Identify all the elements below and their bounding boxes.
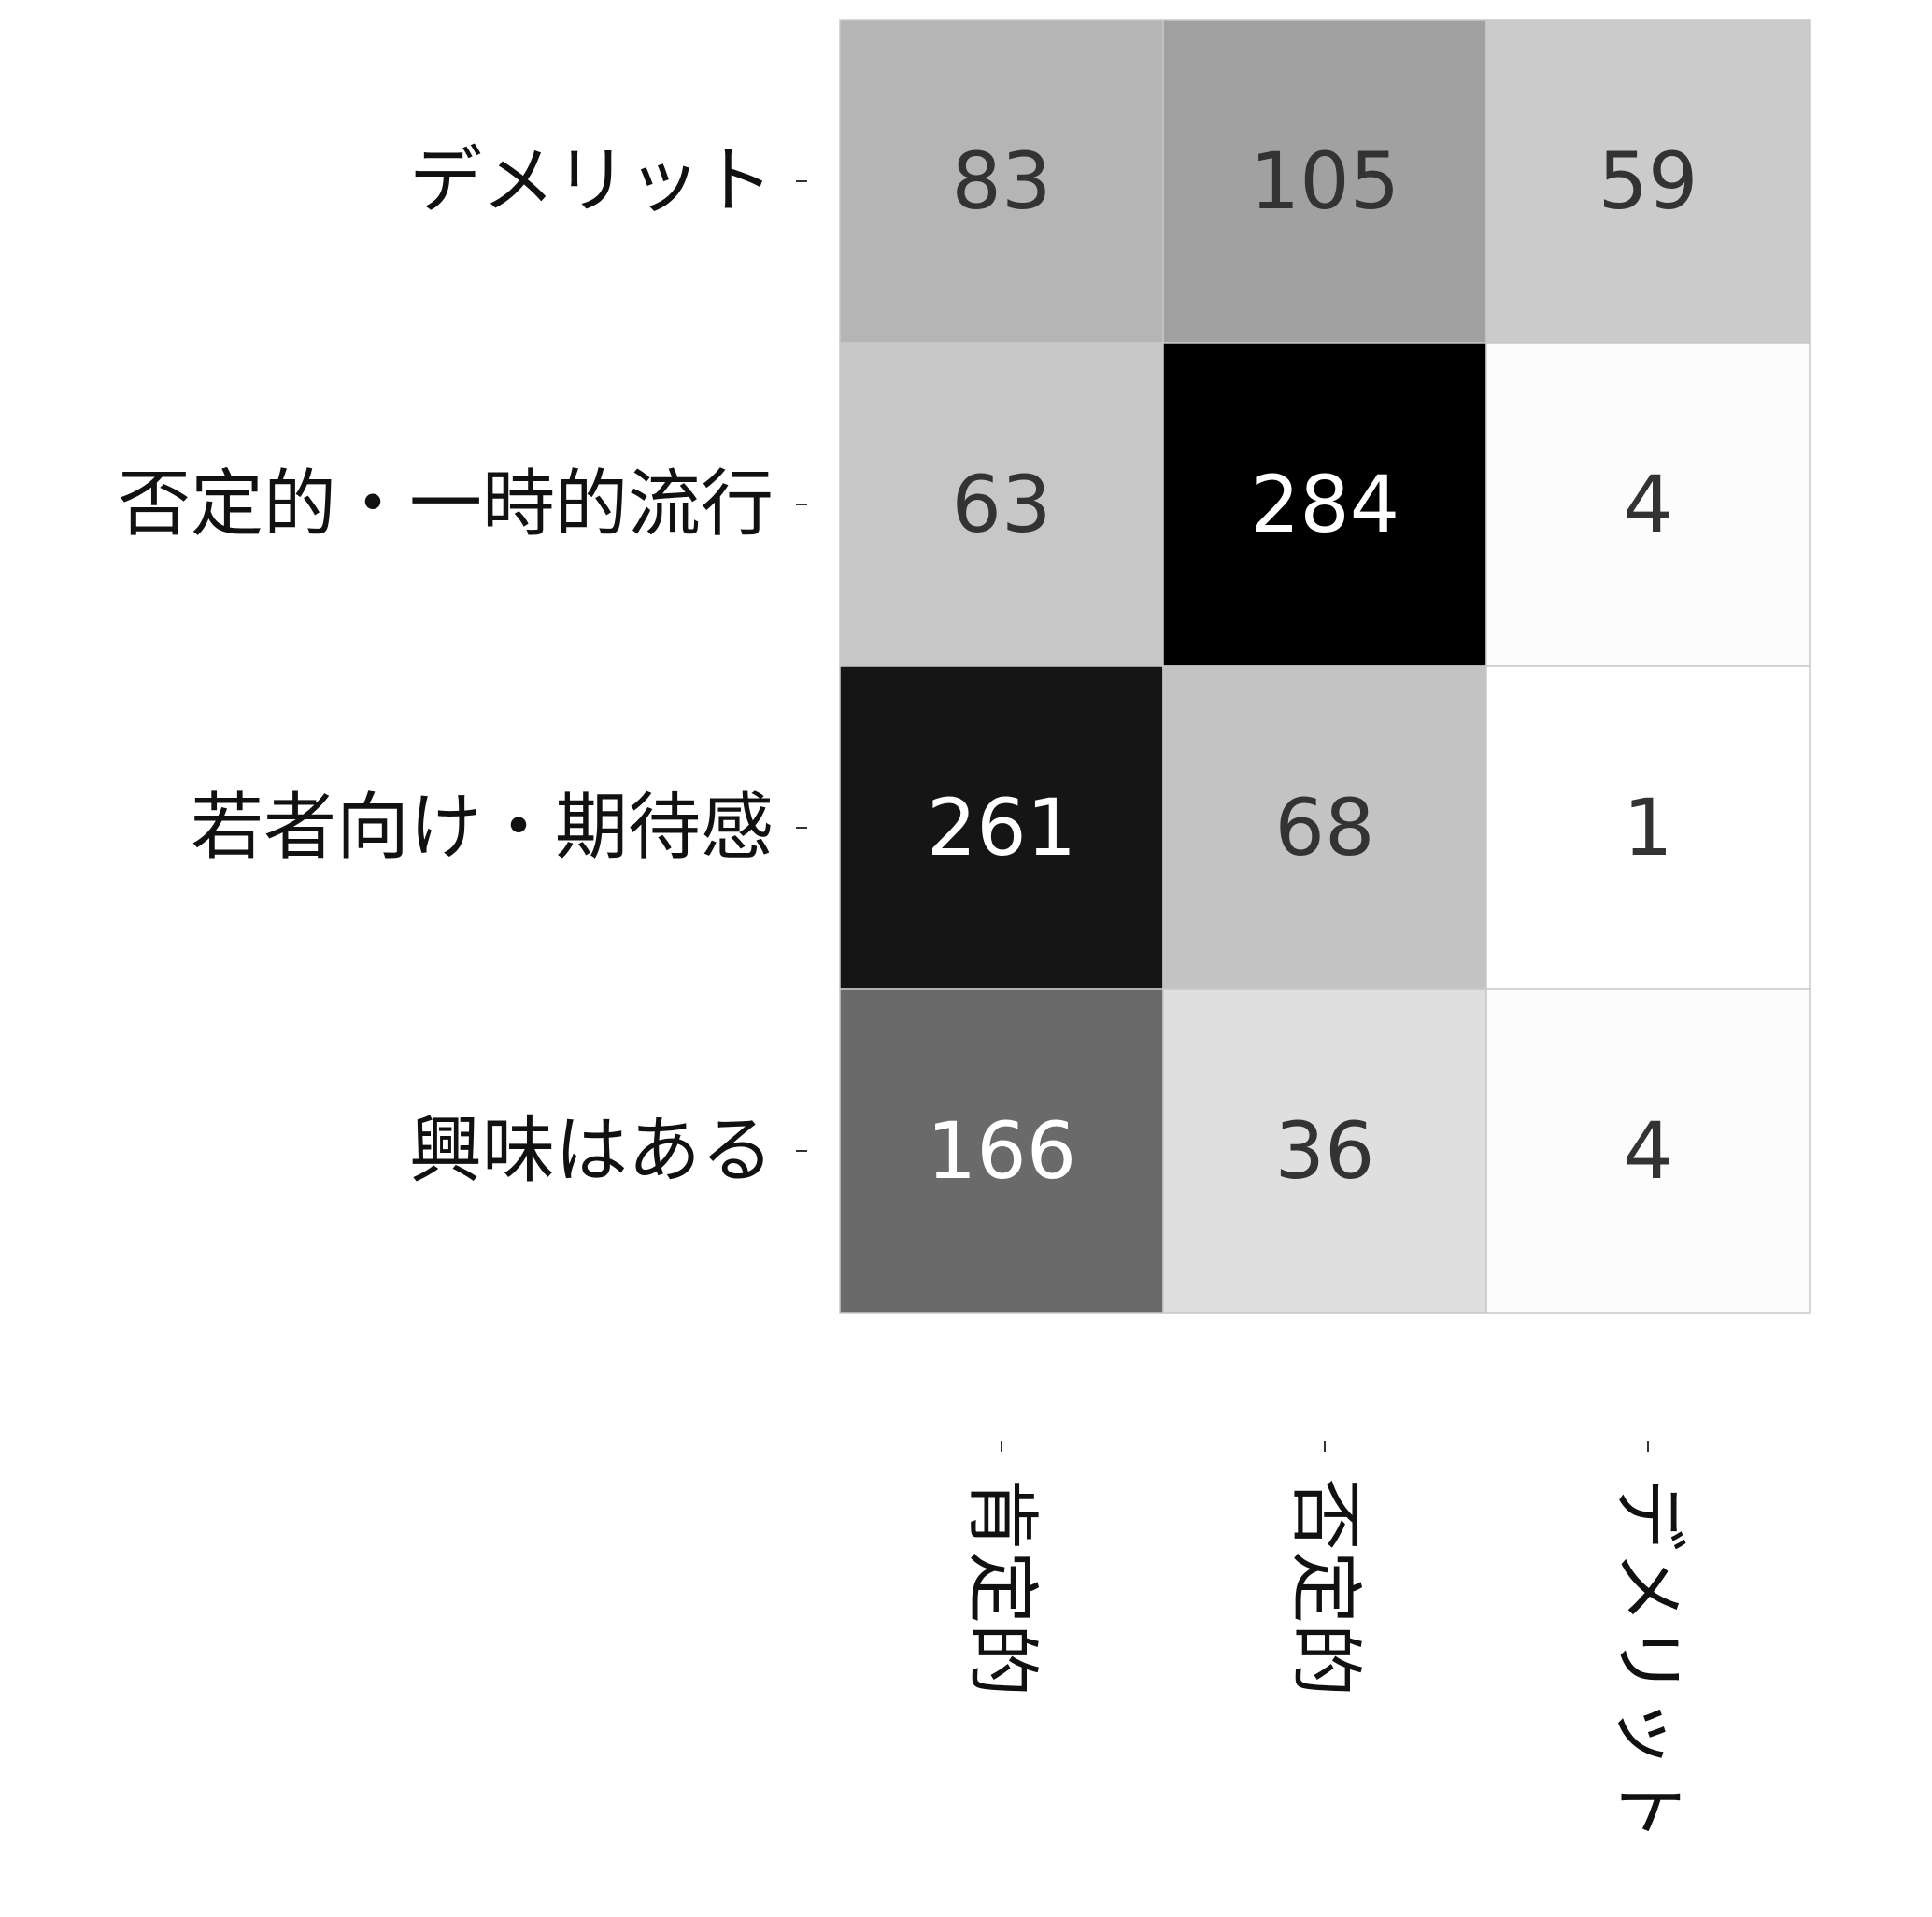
heatmap-chart: 83 105 5963 284 4261 68 1166 36 4 デメリット否定的・一時的流行… <box>118 19 1811 1842</box>
cell-value-label: 166 <box>927 1105 1076 1197</box>
column-axis: 肯定的 否定的 デメリット <box>959 1441 1690 1842</box>
row-label: デメリット <box>409 139 774 223</box>
cell-value-label: 261 <box>927 782 1076 873</box>
row-label: 否定的・一時的流行 <box>118 462 774 547</box>
cell-value-label: 83 <box>952 135 1052 227</box>
cell-value-label: 36 <box>1275 1105 1375 1197</box>
row-label: 若者向け・期待感 <box>191 786 774 870</box>
cell-value-label: 284 <box>1250 459 1399 550</box>
column-label: 否定的 <box>1283 1478 1367 1697</box>
cell-value-label: 59 <box>1598 135 1698 227</box>
row-axis: デメリット否定的・一時的流行若者向け・期待感興味はある <box>118 139 807 1193</box>
column-label: 肯定的 <box>959 1478 1044 1697</box>
cell-value-label: 68 <box>1275 782 1375 873</box>
column-label: デメリット <box>1606 1478 1690 1842</box>
cell-value-label: 1 <box>1623 782 1672 873</box>
cell-value-label: 4 <box>1623 1105 1672 1197</box>
cell-value-label: 63 <box>952 459 1052 550</box>
cell-value-label: 105 <box>1250 135 1399 227</box>
cell-value-label: 4 <box>1623 459 1672 550</box>
row-label: 興味はある <box>409 1109 774 1193</box>
